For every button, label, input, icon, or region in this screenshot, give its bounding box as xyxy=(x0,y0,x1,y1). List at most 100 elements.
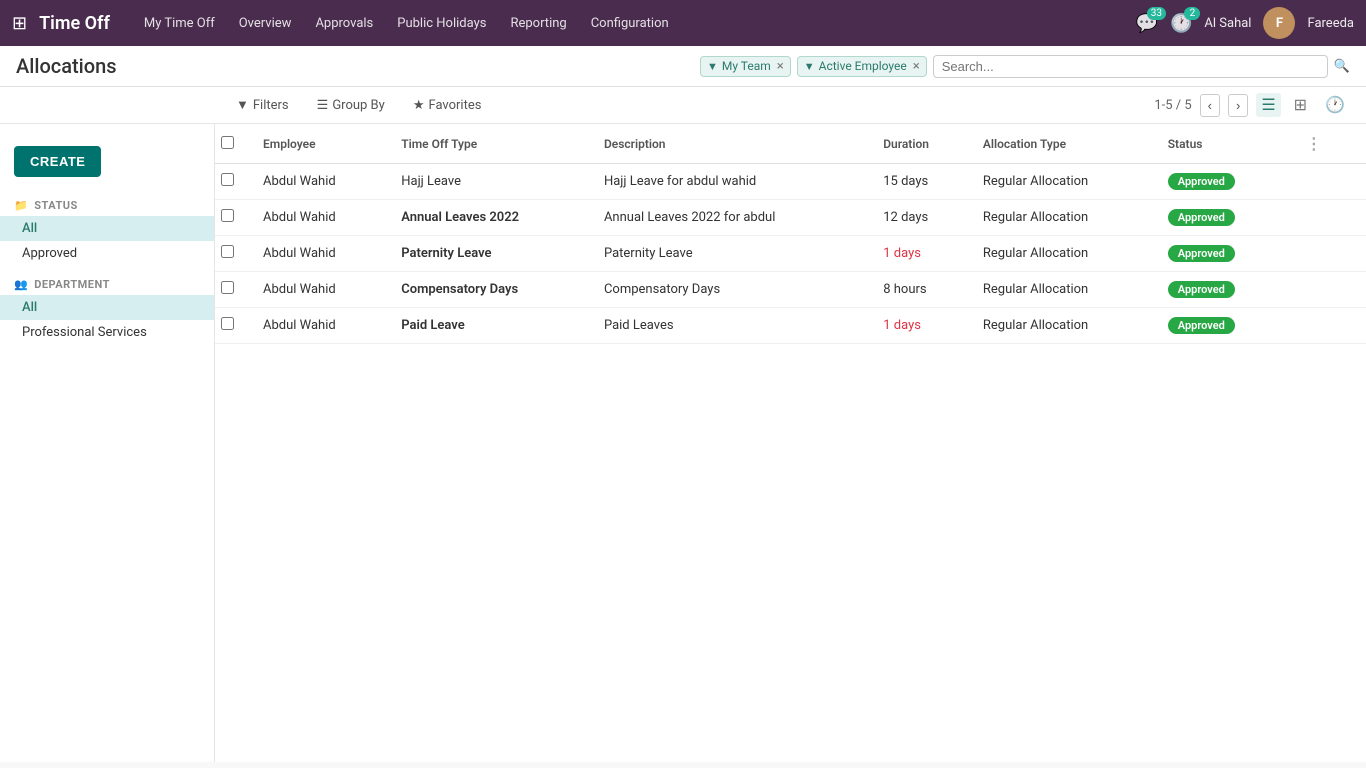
col-allocation-type: Allocation Type xyxy=(971,124,1156,164)
department-header-label: DEPARTMENT xyxy=(34,278,110,291)
kanban-view-button[interactable]: ⊞ xyxy=(1289,93,1312,117)
column-options-icon[interactable]: ⋮ xyxy=(1298,134,1330,153)
table-row[interactable]: Abdul Wahid Paid Leave Paid Leaves 1 day… xyxy=(215,308,1366,344)
status-badge: Approved xyxy=(1168,209,1235,226)
row-select-3[interactable] xyxy=(221,281,234,294)
row-checkbox-3 xyxy=(215,272,251,308)
row-employee-2: Abdul Wahid xyxy=(251,236,389,272)
row-select-2[interactable] xyxy=(221,245,234,258)
row-status-2: Approved xyxy=(1156,236,1286,272)
row-select-1[interactable] xyxy=(221,209,234,222)
filter-employee-label: Active Employee xyxy=(819,59,907,73)
nav-my-time-off[interactable]: My Time Off xyxy=(134,10,225,37)
nav-configuration[interactable]: Configuration xyxy=(581,10,679,37)
row-actions-1 xyxy=(1286,200,1366,236)
main-layout: CREATE 📁 STATUS All Approved 👥 DEPARTMEN… xyxy=(0,124,1366,762)
filter-employee-chip[interactable]: ▼ Active Employee × xyxy=(797,56,927,77)
search-input[interactable] xyxy=(942,59,1319,74)
row-status-1: Approved xyxy=(1156,200,1286,236)
col-description: Description xyxy=(592,124,871,164)
row-checkbox-2 xyxy=(215,236,251,272)
groupby-icon: ☰ xyxy=(317,98,329,113)
row-checkbox-0 xyxy=(215,164,251,200)
prev-page-button[interactable]: ‹ xyxy=(1200,94,1220,117)
search-button[interactable]: 🔍 xyxy=(1334,59,1350,74)
subheader: Allocations ▼ My Team × ▼ Active Employe… xyxy=(0,46,1366,87)
create-button[interactable]: CREATE xyxy=(14,146,101,177)
status-badge: Approved xyxy=(1168,173,1235,190)
sidebar-item-status-approved[interactable]: Approved xyxy=(0,241,214,266)
nav-public-holidays[interactable]: Public Holidays xyxy=(387,10,496,37)
col-employee: Employee xyxy=(251,124,389,164)
row-duration-1: 12 days xyxy=(871,200,971,236)
status-header-label: STATUS xyxy=(34,199,78,212)
page-title: Allocations xyxy=(16,54,117,78)
row-description-0: Hajj Leave for abdul wahid xyxy=(592,164,871,200)
toolbar-right: 1-5 / 5 ‹ › ☰ ⊞ 🕐 xyxy=(1154,93,1350,117)
row-allocation-type-1: Regular Allocation xyxy=(971,200,1156,236)
table-row[interactable]: Abdul Wahid Compensatory Days Compensato… xyxy=(215,272,1366,308)
groupby-button[interactable]: ☰ Group By xyxy=(311,95,391,116)
messages-icon-btn[interactable]: 💬 33 xyxy=(1136,13,1158,34)
row-employee-1: Abdul Wahid xyxy=(251,200,389,236)
list-view-button[interactable]: ☰ xyxy=(1256,93,1280,117)
activity-view-button[interactable]: 🕐 xyxy=(1320,93,1350,117)
col-actions: ⋮ xyxy=(1286,124,1366,164)
table-header: Employee Time Off Type Description Durat… xyxy=(215,124,1366,164)
row-employee-4: Abdul Wahid xyxy=(251,308,389,344)
sidebar-item-dept-all[interactable]: All xyxy=(0,295,214,320)
row-employee-3: Abdul Wahid xyxy=(251,272,389,308)
favorites-button[interactable]: ★ Favorites xyxy=(407,95,488,116)
table-row[interactable]: Abdul Wahid Annual Leaves 2022 Annual Le… xyxy=(215,200,1366,236)
row-duration-2: 1 days xyxy=(871,236,971,272)
next-page-button[interactable]: › xyxy=(1228,94,1248,117)
toolbar-left: ▼ Filters ☰ Group By ★ Favorites xyxy=(230,94,487,116)
row-duration-3: 8 hours xyxy=(871,272,971,308)
row-select-4[interactable] xyxy=(221,317,234,330)
sidebar-item-status-all[interactable]: All xyxy=(0,216,214,241)
table-row[interactable]: Abdul Wahid Hajj Leave Hajj Leave for ab… xyxy=(215,164,1366,200)
toolbar: ▼ Filters ☰ Group By ★ Favorites 1-5 / 5… xyxy=(0,87,1366,124)
avatar[interactable]: F xyxy=(1263,7,1295,39)
groupby-label: Group By xyxy=(332,98,385,113)
filters-button[interactable]: ▼ Filters xyxy=(230,94,295,116)
row-description-2: Paternity Leave xyxy=(592,236,871,272)
row-time-off-type-1: Annual Leaves 2022 xyxy=(389,200,592,236)
row-time-off-type-3: Compensatory Days xyxy=(389,272,592,308)
grid-icon[interactable]: ⊞ xyxy=(12,13,27,34)
username[interactable]: Al Sahal xyxy=(1204,16,1251,31)
nav-overview[interactable]: Overview xyxy=(229,10,302,37)
status-section-header[interactable]: 📁 STATUS xyxy=(0,195,214,216)
department-section-header[interactable]: 👥 DEPARTMENT xyxy=(0,274,214,295)
topnav-right: 💬 33 🕐 2 Al Sahal F Fareeda xyxy=(1136,7,1354,39)
topnav: ⊞ Time Off My Time Off Overview Approval… xyxy=(0,0,1366,46)
row-actions-4 xyxy=(1286,308,1366,344)
status-badge: Approved xyxy=(1168,317,1235,334)
sidebar-item-dept-professional-services[interactable]: Professional Services xyxy=(0,320,214,345)
app-name[interactable]: Time Off xyxy=(39,13,110,34)
filter-team-close[interactable]: × xyxy=(777,59,784,74)
filter-team-chip[interactable]: ▼ My Team × xyxy=(700,56,791,77)
row-actions-0 xyxy=(1286,164,1366,200)
table-header-row: Employee Time Off Type Description Durat… xyxy=(215,124,1366,164)
table-row[interactable]: Abdul Wahid Paternity Leave Paternity Le… xyxy=(215,236,1366,272)
filter-employee-close[interactable]: × xyxy=(913,59,920,74)
row-employee-0: Abdul Wahid xyxy=(251,164,389,200)
status-badge: Approved xyxy=(1168,281,1235,298)
row-select-0[interactable] xyxy=(221,173,234,186)
row-time-off-type-0: Hajj Leave xyxy=(389,164,592,200)
allocations-table: Employee Time Off Type Description Durat… xyxy=(215,124,1366,344)
row-checkbox-1 xyxy=(215,200,251,236)
nav-reporting[interactable]: Reporting xyxy=(500,10,576,37)
activities-icon-btn[interactable]: 🕐 2 xyxy=(1170,13,1192,34)
row-allocation-type-0: Regular Allocation xyxy=(971,164,1156,200)
select-all-checkbox[interactable] xyxy=(221,136,234,149)
avatar-name[interactable]: Fareeda xyxy=(1307,16,1354,31)
row-status-0: Approved xyxy=(1156,164,1286,200)
row-time-off-type-2: Paternity Leave xyxy=(389,236,592,272)
row-actions-3 xyxy=(1286,272,1366,308)
nav-approvals[interactable]: Approvals xyxy=(305,10,383,37)
row-allocation-type-3: Regular Allocation xyxy=(971,272,1156,308)
row-description-1: Annual Leaves 2022 for abdul xyxy=(592,200,871,236)
activities-badge: 2 xyxy=(1184,7,1200,20)
